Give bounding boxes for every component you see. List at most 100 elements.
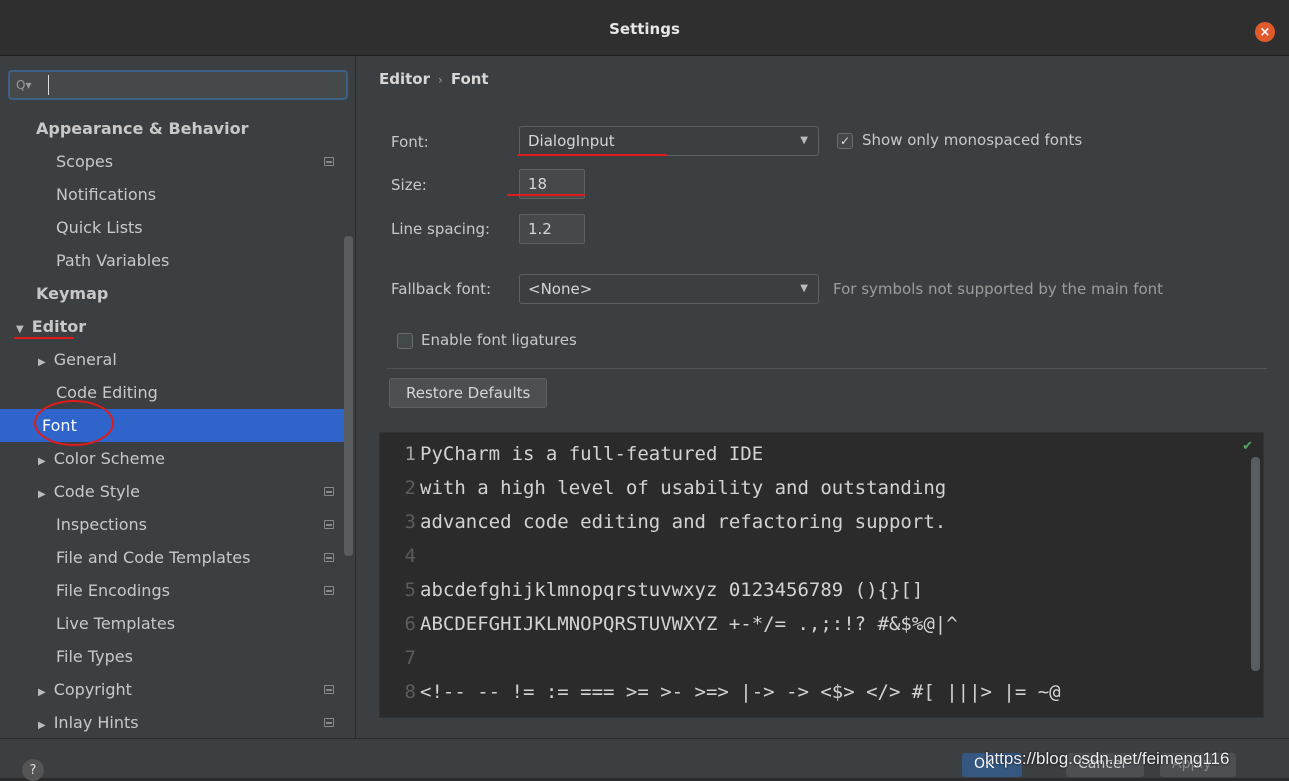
- line-text: abcdefghijklmnopqrstuvwxyz 0123456789 ()…: [420, 579, 924, 601]
- line-text: with a high level of usability and outst…: [420, 477, 947, 499]
- tree-item-label: File Encodings: [56, 581, 170, 600]
- line-number: 4: [404, 545, 416, 567]
- line-number: 6: [404, 613, 416, 635]
- tree-item-label: Keymap: [36, 284, 109, 303]
- line-spacing-label: Line spacing:: [391, 220, 491, 238]
- collapsed-arrow-icon[interactable]: ▶: [38, 687, 46, 698]
- tree-item-keymap[interactable]: Keymap: [0, 277, 345, 310]
- tree-item-live-templates[interactable]: Live Templates: [0, 607, 345, 640]
- settings-window: Settings × Q▾ Appearance & Behavior Scop…: [0, 0, 1289, 781]
- font-settings-panel: Editor › Font Font: DialogInput ▼ ✓ Show o…: [357, 56, 1289, 738]
- line-text: <!-- -- != := === >= >- >=> |-> -> <$> <…: [420, 681, 1061, 703]
- preview-scrollbar[interactable]: [1251, 457, 1260, 671]
- preview-line: 8 <!-- -- != := === >= >- >=> |-> -> <$> …: [380, 675, 1061, 709]
- tree-item-label: Path Variables: [56, 251, 170, 270]
- breadcrumb-parent[interactable]: Editor: [379, 70, 430, 88]
- search-input[interactable]: [48, 75, 338, 95]
- preview-line: 4: [380, 539, 420, 573]
- preview-line: 3 advanced code editing and refactoring s…: [380, 505, 947, 539]
- settings-sidebar: Q▾ Appearance & Behavior Scopes Notifica…: [0, 56, 356, 738]
- tree-item-editor[interactable]: ▼ Editor: [0, 310, 345, 343]
- enable-ligatures-checkbox[interactable]: [397, 333, 413, 349]
- tree-item-label: Appearance & Behavior: [36, 119, 249, 138]
- tree-item-label: Code Style: [53, 482, 140, 501]
- enable-ligatures-label: Enable font ligatures: [421, 331, 577, 349]
- sidebar-scrollbar[interactable]: [344, 236, 353, 556]
- tree-item-file-code-templates[interactable]: File and Code Templates: [0, 541, 345, 574]
- line-number: 5: [404, 579, 416, 601]
- tree-item-appearance-behavior[interactable]: Appearance & Behavior: [0, 112, 345, 145]
- font-preview-editor[interactable]: ✔ 1 PyCharm is a full-featured IDE 2 with …: [379, 432, 1264, 718]
- close-icon: ×: [1259, 24, 1271, 40]
- window-title: Settings: [609, 20, 680, 38]
- breadcrumb-current: Font: [450, 70, 489, 88]
- tree-item-label: Notifications: [56, 185, 157, 204]
- annotation-circle: [34, 400, 114, 446]
- annotation-underline: [507, 194, 585, 196]
- tree-item-notifications[interactable]: Notifications: [0, 178, 345, 211]
- checkmark-icon: ✓: [839, 134, 851, 148]
- font-dropdown-value: DialogInput: [528, 132, 615, 150]
- collapsed-arrow-icon[interactable]: ▶: [38, 357, 46, 368]
- section-divider: [387, 368, 1267, 369]
- line-number: 2: [404, 477, 416, 499]
- line-text: ABCDEFGHIJKLMNOPQRSTUVWXYZ +-*/= .,;:!? …: [420, 613, 958, 635]
- annotation-underline: [14, 337, 74, 339]
- watermark: https://blog.csdn.net/feimeng116: [985, 749, 1230, 768]
- line-number: 8: [404, 681, 416, 703]
- search-box[interactable]: Q▾: [8, 70, 348, 100]
- tree-item-label: File Types: [56, 647, 133, 666]
- line-text: advanced code editing and refactoring su…: [420, 511, 947, 533]
- tree-item-label: Editor: [31, 317, 87, 336]
- tree-item-inlay-hints[interactable]: ▶ Inlay Hints: [0, 706, 345, 739]
- project-scope-icon: [324, 487, 334, 496]
- search-icon: Q▾: [16, 78, 32, 92]
- fallback-font-label: Fallback font:: [391, 280, 492, 298]
- tree-item-label: Scopes: [56, 152, 114, 171]
- project-scope-icon: [324, 718, 334, 727]
- line-number: 1: [404, 443, 416, 465]
- breadcrumb-separator: ›: [438, 73, 443, 87]
- preview-line: 5 abcdefghijklmnopqrstuvwxyz 0123456789 (…: [380, 573, 924, 607]
- chevron-down-icon: ▼: [800, 135, 808, 146]
- show-monospaced-label: Show only monospaced fonts: [862, 131, 1083, 149]
- tree-item-file-encodings[interactable]: File Encodings: [0, 574, 345, 607]
- tree-item-copyright[interactable]: ▶ Copyright: [0, 673, 345, 706]
- collapsed-arrow-icon[interactable]: ▶: [38, 489, 46, 500]
- line-text: PyCharm is a full-featured IDE: [420, 443, 764, 465]
- help-icon: ?: [29, 762, 37, 778]
- expanded-arrow-icon[interactable]: ▼: [16, 324, 24, 335]
- fallback-font-dropdown[interactable]: <None> ▼: [519, 274, 819, 304]
- tree-item-scopes[interactable]: Scopes: [0, 145, 345, 178]
- restore-defaults-label: Restore Defaults: [406, 384, 531, 402]
- check-icon: ✔: [1242, 439, 1253, 454]
- tree-item-label: Inlay Hints: [53, 713, 139, 732]
- tree-item-file-types[interactable]: File Types: [0, 640, 345, 673]
- tree-item-path-variables[interactable]: Path Variables: [0, 244, 345, 277]
- tree-item-label: File and Code Templates: [56, 548, 251, 567]
- show-monospaced-checkbox[interactable]: ✓: [837, 133, 853, 149]
- tree-item-color-scheme[interactable]: ▶ Color Scheme: [0, 442, 345, 475]
- tree-item-inspections[interactable]: Inspections: [0, 508, 345, 541]
- collapsed-arrow-icon[interactable]: ▶: [38, 456, 46, 467]
- project-scope-icon: [324, 520, 334, 529]
- close-button[interactable]: ×: [1255, 22, 1275, 42]
- font-dropdown[interactable]: DialogInput ▼: [519, 126, 819, 156]
- size-label: Size:: [391, 176, 427, 194]
- project-scope-icon: [324, 553, 334, 562]
- tree-item-label: General: [53, 350, 117, 369]
- settings-tree: Appearance & Behavior Scopes Notificatio…: [0, 112, 345, 739]
- project-scope-icon: [324, 685, 334, 694]
- tree-item-quick-lists[interactable]: Quick Lists: [0, 211, 345, 244]
- tree-item-general[interactable]: ▶ General: [0, 343, 345, 376]
- project-scope-icon: [324, 157, 334, 166]
- preview-line: 7: [380, 641, 420, 675]
- tree-item-font[interactable]: Font: [0, 400, 345, 446]
- font-label: Font:: [391, 133, 429, 151]
- collapsed-arrow-icon[interactable]: ▶: [38, 720, 46, 731]
- tree-item-code-style[interactable]: ▶ Code Style: [0, 475, 345, 508]
- restore-defaults-button[interactable]: Restore Defaults: [389, 378, 548, 408]
- line-number: 7: [404, 647, 416, 669]
- line-spacing-input[interactable]: 1.2: [519, 214, 585, 244]
- project-scope-icon: [324, 586, 334, 595]
